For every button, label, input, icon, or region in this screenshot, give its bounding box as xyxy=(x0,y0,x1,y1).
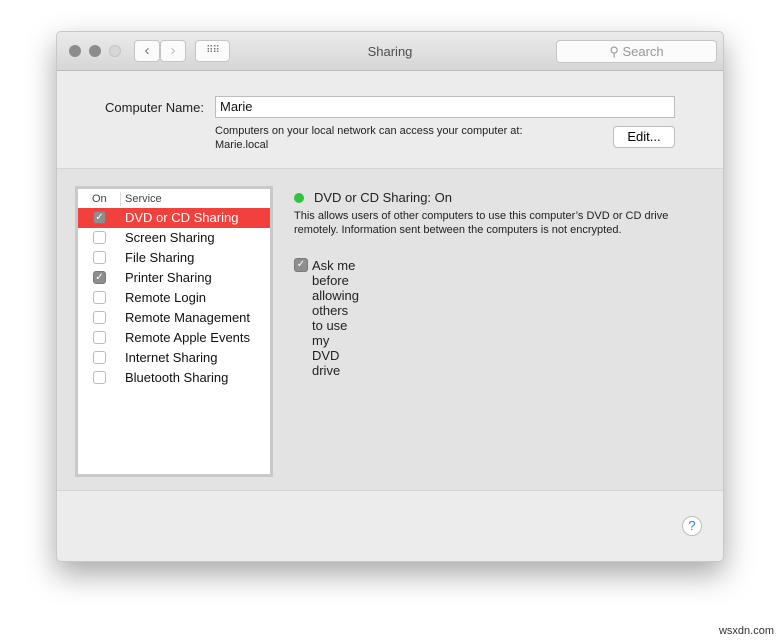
footer: ? xyxy=(57,491,723,561)
service-row[interactable]: ✓ DVD or CD Sharing xyxy=(78,208,270,228)
service-row[interactable]: File Sharing xyxy=(78,248,270,268)
checkbox-icon[interactable] xyxy=(93,371,106,384)
service-name: Remote Login xyxy=(125,290,206,305)
checkbox-icon[interactable] xyxy=(93,291,106,304)
service-name: Screen Sharing xyxy=(125,230,215,245)
computer-name-section: Computer Name: Marie Computers on your l… xyxy=(57,70,723,169)
description-line1: This allows users of other computers to … xyxy=(294,210,669,222)
network-info: Computers on your local network can acce… xyxy=(215,125,523,137)
computer-name-input[interactable]: Marie xyxy=(215,96,675,118)
list-header: On Service xyxy=(78,189,270,208)
service-name: Printer Sharing xyxy=(125,270,212,285)
search-icon: ⚲ xyxy=(609,44,623,59)
service-row[interactable]: Remote Management xyxy=(78,308,270,328)
status-text: DVD or CD Sharing: On xyxy=(314,190,452,205)
status-indicator-icon xyxy=(294,193,304,203)
computer-name-label: Computer Name: xyxy=(105,100,204,115)
checkbox-icon[interactable] xyxy=(93,311,106,324)
ask-label: Ask me before allowing others to use my … xyxy=(312,258,359,378)
checkbox-icon[interactable]: ✓ xyxy=(93,271,106,284)
watermark: wsxdn.com xyxy=(718,625,774,637)
local-hostname: Marie.local xyxy=(215,139,269,151)
description-line2: remotely. Information sent between the c… xyxy=(294,224,622,236)
help-button[interactable]: ? xyxy=(682,516,702,536)
sharing-window: ‹ › ⠿⠿ Sharing ⚲ Search Computer Name: M… xyxy=(56,31,724,562)
search-field[interactable]: ⚲ Search xyxy=(556,40,717,63)
service-name: DVD or CD Sharing xyxy=(125,210,239,225)
service-list: On Service ✓ DVD or CD Sharing Screen Shar… xyxy=(75,186,273,477)
services-section: On Service ✓ DVD or CD Sharing Screen Shar… xyxy=(57,169,723,491)
service-row[interactable]: ✓ Printer Sharing xyxy=(78,268,270,288)
checkbox-icon[interactable]: ✓ xyxy=(93,211,106,224)
service-row[interactable]: Remote Login xyxy=(78,288,270,308)
title-bar: ‹ › ⠿⠿ Sharing ⚲ Search xyxy=(57,32,723,71)
checkbox-icon[interactable] xyxy=(93,231,106,244)
checkbox-icon[interactable] xyxy=(93,351,106,364)
edit-button[interactable]: Edit... xyxy=(613,126,675,148)
service-name: Bluetooth Sharing xyxy=(125,370,229,385)
service-name: Remote Apple Events xyxy=(125,330,251,345)
service-row[interactable]: Remote Apple Events xyxy=(78,328,270,348)
service-row[interactable]: Screen Sharing xyxy=(78,228,270,248)
service-row[interactable]: Bluetooth Sharing xyxy=(78,368,270,388)
checkbox-icon[interactable]: ✓ xyxy=(294,258,308,272)
column-service[interactable]: Service xyxy=(125,193,162,205)
service-name: Internet Sharing xyxy=(125,350,218,365)
service-name: File Sharing xyxy=(125,250,195,265)
service-row[interactable]: Internet Sharing xyxy=(78,348,270,368)
column-on[interactable]: On xyxy=(92,193,107,205)
service-name: Remote Management xyxy=(125,310,251,325)
checkbox-icon[interactable] xyxy=(93,251,106,264)
checkbox-icon[interactable] xyxy=(93,331,106,344)
